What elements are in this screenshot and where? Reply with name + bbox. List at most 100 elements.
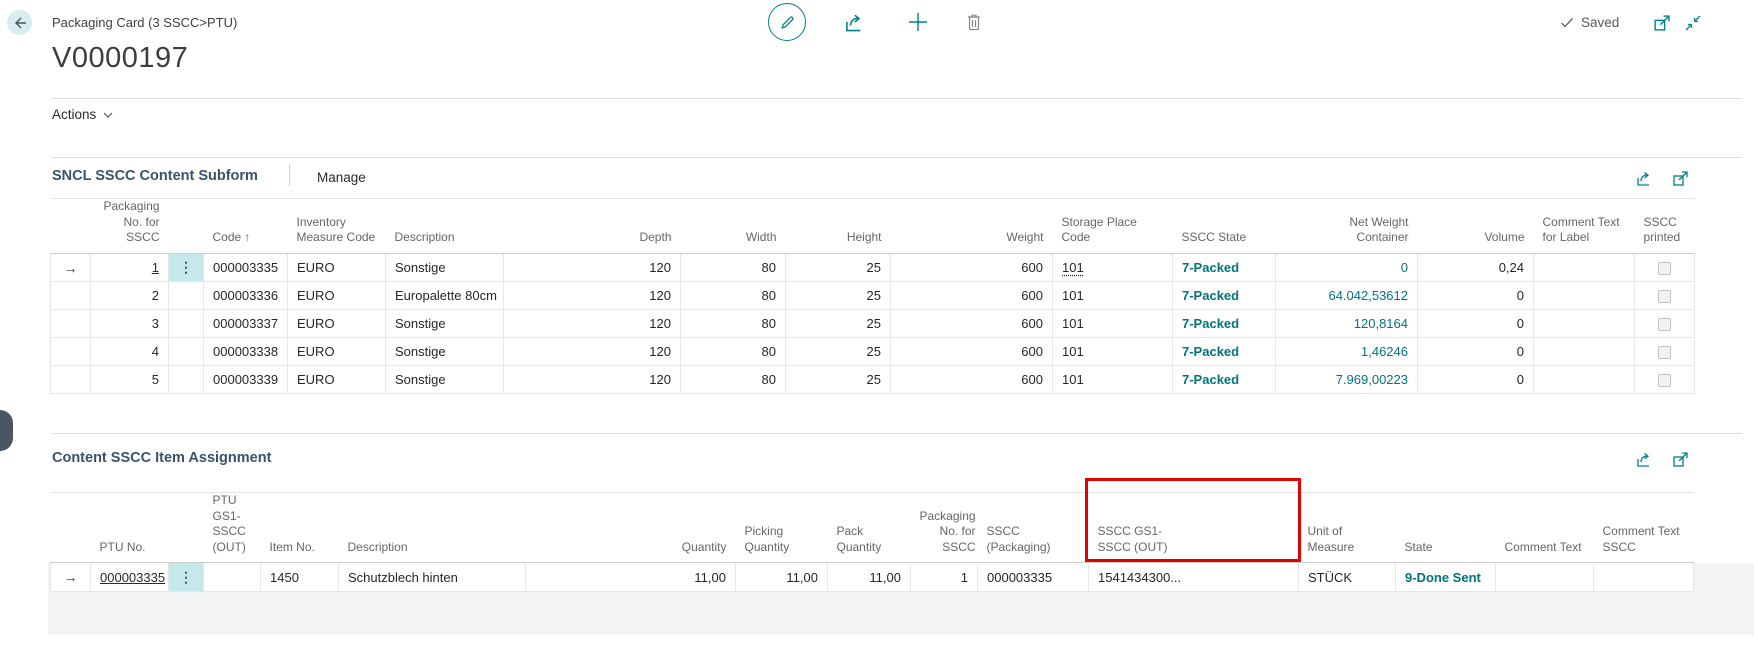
open-in-new-window-button[interactable]: [1653, 14, 1671, 32]
sscc-printed-checkbox[interactable]: [1658, 318, 1671, 331]
cell-code[interactable]: 000003338: [204, 338, 288, 366]
delete-button[interactable]: [964, 11, 984, 33]
cell-quantity[interactable]: 11,00: [526, 563, 736, 592]
cell-description[interactable]: Sonstige: [386, 254, 504, 282]
col-storage-place-header[interactable]: Storage Place Code: [1053, 199, 1173, 254]
cell-description[interactable]: Schutzblech hinten: [339, 563, 526, 592]
col-sscc-state-header[interactable]: SSCC State: [1173, 199, 1276, 254]
table-row[interactable]: 4 000003338 EURO Sonstige 120 80 25 600 …: [51, 338, 1695, 366]
section1-share-button[interactable]: [1634, 169, 1652, 187]
cell-weight[interactable]: 600: [891, 366, 1053, 394]
cell-inventory-measure[interactable]: EURO: [288, 254, 386, 282]
sscc-printed-checkbox[interactable]: [1658, 290, 1671, 303]
cell-net-weight[interactable]: 0: [1276, 254, 1418, 282]
cell-net-weight[interactable]: 64.042,53612: [1276, 282, 1418, 310]
cell-net-weight[interactable]: 120,8164: [1276, 310, 1418, 338]
cell-packaging-no[interactable]: 4: [91, 338, 169, 366]
cell-ptu-gs1[interactable]: [204, 563, 261, 592]
cell-inventory-measure[interactable]: EURO: [288, 338, 386, 366]
cell-sscc-gs1[interactable]: 1541434300...: [1089, 563, 1299, 592]
cell-width[interactable]: 80: [681, 310, 786, 338]
cell-storage-place[interactable]: 101: [1053, 254, 1173, 282]
cell-sscc-state[interactable]: 7-Packed: [1173, 366, 1276, 394]
cell-depth[interactable]: 120: [504, 310, 681, 338]
cell-net-weight[interactable]: 1,46246: [1276, 338, 1418, 366]
cell-description[interactable]: Sonstige: [386, 366, 504, 394]
cell-ptu-no[interactable]: 000003335: [91, 563, 169, 592]
col-sscc-gs1-header[interactable]: SSCC GS1-SSCC (OUT): [1089, 493, 1299, 563]
cell-packaging-no[interactable]: 1: [91, 254, 169, 282]
col-height-header[interactable]: Height: [786, 199, 891, 254]
col-depth-header[interactable]: Depth: [504, 199, 681, 254]
row-options-cell[interactable]: [169, 366, 204, 394]
table-row[interactable]: 2 000003336 EURO Europalette 80cm 120 80…: [51, 282, 1695, 310]
cell-code[interactable]: 000003339: [204, 366, 288, 394]
cell-volume[interactable]: 0: [1418, 310, 1534, 338]
table-row[interactable]: 3 000003337 EURO Sonstige 120 80 25 600 …: [51, 310, 1695, 338]
sscc-printed-checkbox[interactable]: [1658, 346, 1671, 359]
cell-volume[interactable]: 0: [1418, 338, 1534, 366]
cell-volume[interactable]: 0: [1418, 282, 1534, 310]
cell-description[interactable]: Europalette 80cm: [386, 282, 504, 310]
section1-title[interactable]: SNCL SSCC Content Subform: [52, 168, 258, 184]
cell-sscc-state[interactable]: 7-Packed: [1173, 254, 1276, 282]
cell-item-no[interactable]: 1450: [261, 563, 339, 592]
actions-menu[interactable]: Actions: [52, 107, 113, 122]
cell-volume[interactable]: 0,24: [1418, 254, 1534, 282]
cell-weight[interactable]: 600: [891, 282, 1053, 310]
cell-pack-quantity[interactable]: 11,00: [828, 563, 911, 592]
cell-storage-place[interactable]: 101: [1053, 282, 1173, 310]
cell-width[interactable]: 80: [681, 254, 786, 282]
cell-inventory-measure[interactable]: EURO: [288, 366, 386, 394]
col-comment-text-sscc-header[interactable]: Comment Text SSCC: [1594, 493, 1694, 563]
cell-comment-label[interactable]: [1534, 366, 1635, 394]
share-button[interactable]: [842, 11, 864, 33]
cell-width[interactable]: 80: [681, 366, 786, 394]
cell-description[interactable]: Sonstige: [386, 338, 504, 366]
row-options-cell[interactable]: [169, 282, 204, 310]
col-picking-quantity-header[interactable]: Picking Quantity: [736, 493, 828, 563]
cell-comment-text-sscc[interactable]: [1594, 563, 1694, 592]
cell-depth[interactable]: 120: [504, 254, 681, 282]
cell-comment-label[interactable]: [1534, 338, 1635, 366]
cell-inventory-measure[interactable]: EURO: [288, 282, 386, 310]
section2-popout-button[interactable]: [1671, 450, 1689, 468]
cell-state[interactable]: 9-Done Sent: [1396, 563, 1496, 592]
section2-share-button[interactable]: [1634, 450, 1652, 468]
section1-popout-button[interactable]: [1671, 169, 1689, 187]
col-sscc-printed-header[interactable]: SSCC printed: [1635, 199, 1695, 254]
cell-depth[interactable]: 120: [504, 338, 681, 366]
cell-weight[interactable]: 600: [891, 338, 1053, 366]
manage-menu[interactable]: Manage: [317, 170, 366, 185]
col-width-header[interactable]: Width: [681, 199, 786, 254]
cell-height[interactable]: 25: [786, 310, 891, 338]
col-code-header[interactable]: Code↑: [204, 199, 288, 254]
cell-sscc-packaging[interactable]: 000003335: [978, 563, 1089, 592]
cell-height[interactable]: 25: [786, 254, 891, 282]
col-state-header[interactable]: State: [1396, 493, 1496, 563]
cell-weight[interactable]: 600: [891, 254, 1053, 282]
table-row[interactable]: 5 000003339 EURO Sonstige 120 80 25 600 …: [51, 366, 1695, 394]
cell-storage-place[interactable]: 101: [1053, 310, 1173, 338]
col-comment-label-header[interactable]: Comment Text for Label: [1534, 199, 1635, 254]
cell-packaging-no[interactable]: 2: [91, 282, 169, 310]
table-row[interactable]: → 000003335 ⋮ 1450 Schutzblech hinten 11…: [51, 563, 1694, 592]
col-packaging-no-header[interactable]: Packaging No. for SSCC: [91, 199, 169, 254]
cell-height[interactable]: 25: [786, 338, 891, 366]
cell-sscc-state[interactable]: 7-Packed: [1173, 282, 1276, 310]
col-quantity-header[interactable]: Quantity: [526, 493, 736, 563]
col-comment-text-header[interactable]: Comment Text: [1496, 493, 1594, 563]
cell-sscc-state[interactable]: 7-Packed: [1173, 310, 1276, 338]
cell-packaging-no[interactable]: 3: [91, 310, 169, 338]
col-net-weight-header[interactable]: Net Weight Container: [1276, 199, 1418, 254]
cell-depth[interactable]: 120: [504, 366, 681, 394]
col-ptu-gs1-header[interactable]: PTU GS1-SSCC (OUT): [204, 493, 261, 563]
row-options-button[interactable]: ⋮: [169, 254, 204, 282]
edit-button[interactable]: [768, 3, 806, 41]
col-weight-header[interactable]: Weight: [891, 199, 1053, 254]
cell-description[interactable]: Sonstige: [386, 310, 504, 338]
cell-code[interactable]: 000003336: [204, 282, 288, 310]
cell-storage-place[interactable]: 101: [1053, 366, 1173, 394]
cell-width[interactable]: 80: [681, 338, 786, 366]
cell-packaging-no[interactable]: 1: [911, 563, 978, 592]
